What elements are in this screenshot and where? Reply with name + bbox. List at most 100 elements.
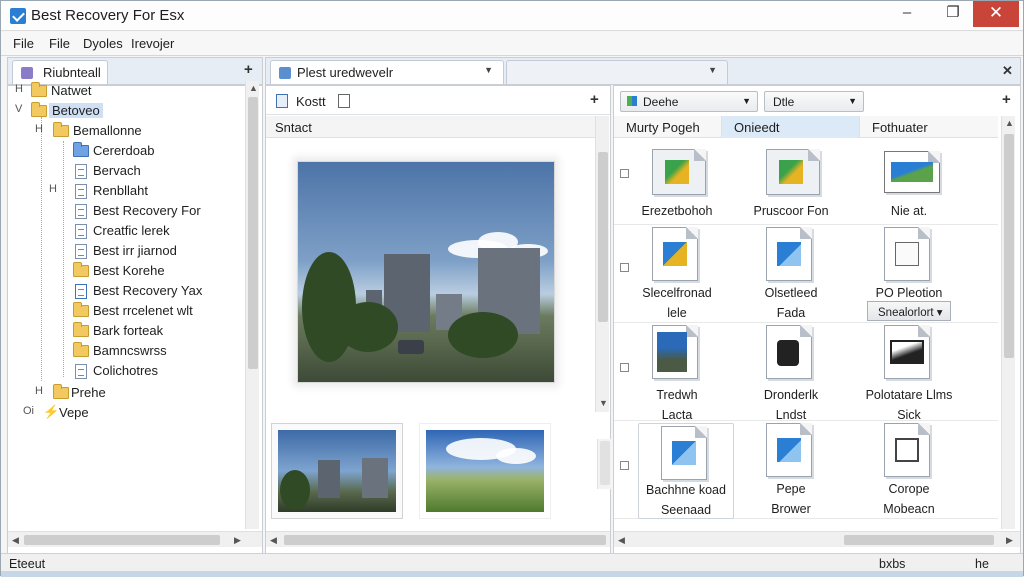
photo-document-icon bbox=[652, 325, 698, 379]
file-item[interactable]: Nie at. bbox=[854, 143, 964, 223]
select-dropdown-button[interactable]: Snealorlort ▾ bbox=[867, 301, 951, 321]
grid-view-icon bbox=[627, 96, 637, 106]
file-item[interactable]: Pepe Brower bbox=[736, 423, 846, 519]
files-vertical-scrollbar[interactable]: ▲ bbox=[1001, 116, 1015, 529]
collapse-toggle[interactable]: V bbox=[15, 103, 25, 115]
new-page-icon[interactable] bbox=[338, 94, 350, 108]
lightning-icon: ⚡ bbox=[43, 404, 60, 419]
folder-icon bbox=[53, 122, 69, 137]
scroll-thumb[interactable] bbox=[284, 535, 606, 545]
app-check-icon bbox=[10, 8, 26, 24]
add-tab-button[interactable]: + bbox=[244, 61, 253, 78]
file-item-selected[interactable]: Bachhne koad Seenaad bbox=[638, 423, 734, 519]
maximize-button[interactable]: ❐ bbox=[931, 1, 975, 27]
taskbar-strip bbox=[1, 571, 1023, 577]
chevron-down-icon[interactable]: ▼ bbox=[708, 65, 717, 75]
scroll-thumb[interactable] bbox=[1004, 134, 1014, 358]
thumbs-scrollbar[interactable] bbox=[597, 439, 611, 489]
tree-label: Bamncswrss bbox=[93, 343, 167, 358]
file-item[interactable]: Olsetleed Fada bbox=[736, 227, 846, 323]
add-button[interactable]: + bbox=[590, 91, 599, 108]
shared-cube-icon bbox=[766, 149, 820, 195]
scroll-thumb[interactable] bbox=[598, 152, 608, 322]
folder-icon bbox=[73, 342, 89, 357]
column-onieedt[interactable]: Onieedt bbox=[722, 116, 860, 138]
tree-vertical-scrollbar[interactable]: ▲ bbox=[245, 81, 259, 529]
files-horizontal-scrollbar[interactable]: ◀ ▶ bbox=[614, 531, 1020, 547]
chevron-down-icon[interactable]: ▼ bbox=[484, 65, 493, 75]
close-tab-button[interactable]: ✕ bbox=[1002, 63, 1013, 79]
scroll-right-arrow-icon[interactable]: ▶ bbox=[1006, 535, 1013, 546]
scroll-left-arrow-icon[interactable]: ◀ bbox=[270, 535, 277, 546]
file-item[interactable]: Polotatare Llms Sick bbox=[854, 325, 964, 422]
tab-plest-uredwevelr[interactable]: Plest uredwevelr ▼ bbox=[270, 60, 504, 84]
scroll-left-arrow-icon[interactable]: ◀ bbox=[12, 535, 19, 546]
column-fothuater[interactable]: Fothuater bbox=[860, 116, 998, 138]
sort-combo[interactable]: Dtle ▼ bbox=[764, 91, 864, 112]
preview-vertical-scrollbar[interactable]: ▼ bbox=[595, 116, 609, 412]
menu-dyoles[interactable]: Dyoles bbox=[83, 36, 123, 51]
tree-horizontal-scrollbar[interactable]: ◀ ▶ bbox=[8, 531, 262, 547]
expand-toggle[interactable]: H bbox=[15, 83, 25, 95]
file-item[interactable]: Pruscoor Fon bbox=[736, 143, 846, 223]
menu-irevojer[interactable]: Irevojer bbox=[131, 36, 174, 51]
scroll-thumb[interactable] bbox=[844, 535, 994, 545]
tab-riubnteall[interactable]: Riubnteall bbox=[12, 60, 108, 84]
menu-file[interactable]: File bbox=[13, 36, 34, 51]
document-icon bbox=[75, 184, 87, 199]
scroll-up-arrow-icon[interactable]: ▲ bbox=[1005, 118, 1014, 128]
tree-label: Betoveo bbox=[49, 103, 103, 118]
plugin-document-icon bbox=[884, 423, 930, 477]
scroll-thumb[interactable] bbox=[248, 97, 258, 369]
file-subname: lele bbox=[667, 306, 687, 320]
document-icon bbox=[75, 244, 87, 259]
kostt-button[interactable]: Kostt bbox=[296, 94, 326, 109]
thumbnail-city[interactable] bbox=[271, 423, 403, 519]
status-mid-text: bxbs bbox=[879, 557, 906, 571]
document-icon bbox=[75, 224, 87, 239]
close-button[interactable]: ✕ bbox=[973, 1, 1019, 27]
media-document-icon bbox=[766, 227, 812, 281]
file-column-header: Murty Pogeh Onieedt Fothuater bbox=[614, 116, 998, 138]
file-item[interactable]: Dronderlk Lndst bbox=[736, 325, 846, 422]
file-name: Erezetbohoh bbox=[641, 204, 713, 218]
expand-toggle[interactable]: H bbox=[35, 385, 45, 397]
preview-horizontal-scrollbar[interactable]: ◀ bbox=[266, 531, 610, 547]
menu-bar: File File Dyoles Irevojer bbox=[1, 32, 1023, 56]
menu-file-2[interactable]: File bbox=[49, 36, 70, 51]
add-file-button[interactable]: + bbox=[1002, 91, 1011, 108]
tree-label: Renbllaht bbox=[93, 183, 148, 198]
status-right-text: he bbox=[975, 557, 989, 571]
expand-toggle[interactable]: Oi bbox=[23, 405, 39, 417]
tree-label: Creatfic lerek bbox=[93, 223, 170, 238]
scroll-down-arrow-icon[interactable]: ▼ bbox=[599, 398, 608, 408]
scroll-up-arrow-icon[interactable]: ▲ bbox=[249, 83, 258, 93]
scroll-thumb[interactable] bbox=[24, 535, 220, 545]
file-item[interactable]: Corope Mobeacn bbox=[854, 423, 964, 519]
document-icon bbox=[75, 204, 87, 219]
file-item[interactable]: Tredwh Lacta bbox=[622, 325, 732, 422]
app-window: Best Recovery For Esx – ❐ ✕ File File Dy… bbox=[0, 0, 1024, 577]
expand-toggle[interactable]: H bbox=[35, 123, 45, 135]
row-checkbox[interactable] bbox=[620, 461, 629, 470]
file-name: Pruscoor Fon bbox=[753, 204, 829, 218]
file-row: Tredwh Lacta Dronderlk Lndst Polotatare … bbox=[614, 323, 998, 422]
chevron-down-icon: ▼ bbox=[742, 96, 751, 106]
tab-secondary[interactable]: ▼ bbox=[506, 60, 728, 84]
minimize-button[interactable]: – bbox=[885, 1, 929, 27]
file-name: Pepe bbox=[776, 482, 806, 496]
scroll-left-arrow-icon[interactable]: ◀ bbox=[618, 535, 625, 546]
scroll-thumb[interactable] bbox=[600, 441, 610, 485]
preview-image[interactable] bbox=[297, 161, 555, 383]
view-combo[interactable]: Deehe ▼ bbox=[620, 91, 758, 112]
column-murty-pogeh[interactable]: Murty Pogeh bbox=[614, 116, 722, 138]
blue-document-icon bbox=[75, 284, 87, 299]
file-item[interactable]: Erezetbohoh bbox=[622, 143, 732, 223]
expand-toggle[interactable]: H bbox=[49, 183, 59, 195]
file-item[interactable]: Slecelfronad lele bbox=[622, 227, 732, 323]
chevron-down-icon: ▼ bbox=[848, 96, 857, 106]
file-name: Olsetleed bbox=[764, 286, 818, 300]
content-tabstrip: Plest uredwevelr ▼ ▼ ✕ bbox=[265, 57, 1021, 85]
thumbnail-meadow[interactable] bbox=[419, 423, 551, 519]
scroll-right-arrow-icon[interactable]: ▶ bbox=[234, 535, 241, 546]
